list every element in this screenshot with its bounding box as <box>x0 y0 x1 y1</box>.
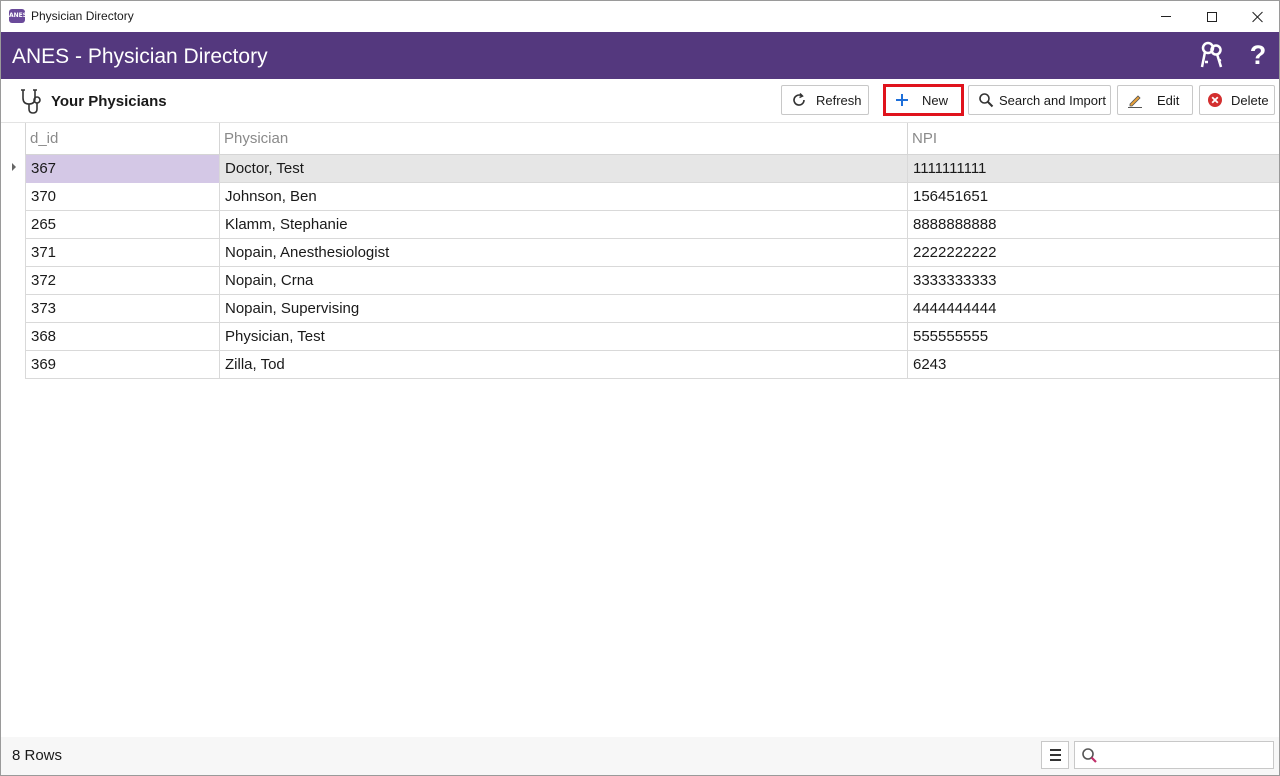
title-bar: ANES Physician Directory <box>1 1 1279 32</box>
cell-d-id[interactable]: 368 <box>25 323 219 351</box>
magnifier-icon <box>978 92 994 108</box>
cell-npi[interactable]: 555555555 <box>907 323 1279 351</box>
menu-icon <box>1049 759 1061 761</box>
page-title: ANES - Physician Directory <box>12 45 268 68</box>
maximize-icon <box>1207 11 1217 22</box>
help-icon[interactable]: ? <box>1244 41 1272 69</box>
refresh-icon <box>791 92 807 108</box>
delete-label: Delete <box>1231 92 1269 108</box>
cell-d-id[interactable]: 373 <box>25 295 219 323</box>
cell-d-id[interactable]: 369 <box>25 351 219 379</box>
cell-npi[interactable]: 6243 <box>907 351 1279 379</box>
close-button[interactable] <box>1235 1 1280 32</box>
section-title: Your Physicians <box>51 93 167 110</box>
close-icon <box>1252 11 1264 23</box>
cell-physician[interactable]: Physician, Test <box>219 323 907 351</box>
table-row[interactable]: 370 Johnson, Ben 156451651 <box>25 183 1279 211</box>
table-row[interactable]: 368 Physician, Test 555555555 <box>25 323 1279 351</box>
current-row-indicator-icon <box>12 163 16 171</box>
new-button[interactable]: New <box>885 86 962 114</box>
pencil-icon <box>1127 92 1143 108</box>
menu-icon <box>1049 749 1061 751</box>
cell-d-id[interactable]: 265 <box>25 211 219 239</box>
grid-header: d_id Physician NPI <box>25 123 1279 155</box>
row-count: 8 Rows <box>12 747 63 764</box>
cell-npi[interactable]: 156451651 <box>907 183 1279 211</box>
refresh-label: Refresh <box>816 92 862 108</box>
cell-physician[interactable]: Zilla, Tod <box>219 351 907 379</box>
search-input[interactable] <box>1101 744 1269 766</box>
table-row[interactable]: 372 Nopain, Crna 3333333333 <box>25 267 1279 295</box>
search-box[interactable] <box>1074 741 1274 769</box>
keys-icon[interactable] <box>1198 41 1226 69</box>
stethoscope-icon <box>19 87 43 115</box>
delete-button[interactable]: Delete <box>1199 85 1275 115</box>
cell-d-id[interactable]: 372 <box>25 267 219 295</box>
search-icon <box>1081 747 1099 765</box>
cell-physician[interactable]: Nopain, Anesthesiologist <box>219 239 907 267</box>
window-title: Physician Directory <box>31 9 134 23</box>
cell-d-id[interactable]: 371 <box>25 239 219 267</box>
cell-npi[interactable]: 8888888888 <box>907 211 1279 239</box>
app-window: ANES Physician Directory ANES - Physicia… <box>0 0 1280 776</box>
column-header-d-id[interactable]: d_id <box>25 123 219 155</box>
plus-icon <box>894 92 910 108</box>
table-row[interactable]: 373 Nopain, Supervising 4444444444 <box>25 295 1279 323</box>
app-header: ANES - Physician Directory ? <box>1 32 1279 79</box>
table-row[interactable]: 367 Doctor, Test 1111111111 <box>25 155 1279 183</box>
menu-button[interactable] <box>1041 741 1069 769</box>
new-label: New <box>922 92 949 108</box>
table-row[interactable]: 265 Klamm, Stephanie 8888888888 <box>25 211 1279 239</box>
minimize-button[interactable] <box>1143 1 1189 32</box>
app-icon: ANES <box>9 9 27 23</box>
search-and-import-label: Search and Import <box>999 92 1106 108</box>
cell-npi[interactable]: 2222222222 <box>907 239 1279 267</box>
table-row[interactable]: 371 Nopain, Anesthesiologist 2222222222 <box>25 239 1279 267</box>
refresh-button[interactable]: Refresh <box>781 85 869 115</box>
cell-physician[interactable]: Nopain, Crna <box>219 267 907 295</box>
cell-npi[interactable]: 4444444444 <box>907 295 1279 323</box>
delete-circle-icon <box>1207 92 1223 108</box>
column-header-npi[interactable]: NPI <box>907 123 1279 155</box>
cell-physician[interactable]: Johnson, Ben <box>219 183 907 211</box>
maximize-button[interactable] <box>1189 1 1235 32</box>
cell-physician[interactable]: Doctor, Test <box>219 155 907 183</box>
cell-physician[interactable]: Nopain, Supervising <box>219 295 907 323</box>
edit-label: Edit <box>1157 92 1180 108</box>
status-bar: 8 Rows <box>1 737 1279 775</box>
edit-button[interactable]: Edit <box>1117 85 1193 115</box>
cell-d-id[interactable]: 370 <box>25 183 219 211</box>
cell-d-id[interactable]: 367 <box>25 155 219 183</box>
cell-npi[interactable]: 1111111111 <box>907 155 1279 183</box>
minimize-icon <box>1161 16 1171 17</box>
cell-physician[interactable]: Klamm, Stephanie <box>219 211 907 239</box>
table-row[interactable]: 369 Zilla, Tod 6243 <box>25 351 1279 379</box>
search-and-import-button[interactable]: Search and Import <box>968 85 1111 115</box>
toolbar: Your Physicians Refresh Search and Impor… <box>1 79 1279 123</box>
column-header-physician[interactable]: Physician <box>219 123 907 155</box>
menu-icon <box>1049 754 1061 756</box>
cell-npi[interactable]: 3333333333 <box>907 267 1279 295</box>
